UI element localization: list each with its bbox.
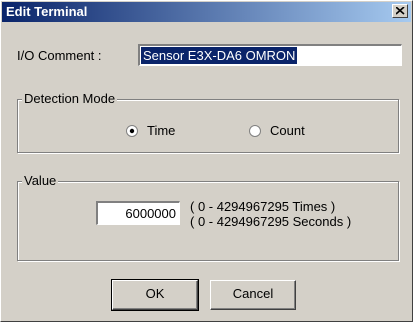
detection-mode-group	[17, 99, 399, 153]
detection-mode-title: Detection Mode	[22, 91, 118, 106]
title-bar[interactable]: Edit Terminal	[2, 2, 411, 22]
radio-time[interactable]	[126, 125, 138, 137]
value-text: 6000000	[125, 206, 176, 221]
close-icon	[396, 7, 405, 15]
window-title: Edit Terminal	[6, 4, 88, 19]
close-button[interactable]	[392, 4, 408, 18]
radio-unselected-icon	[249, 125, 261, 137]
io-comment-input[interactable]: Sensor E3X-DA6 OMRON	[138, 44, 402, 66]
value-input[interactable]: 6000000	[96, 201, 180, 225]
ok-button[interactable]: OK	[111, 279, 199, 311]
io-comment-label: I/O Comment :	[17, 48, 102, 63]
radio-count[interactable]	[249, 125, 261, 137]
radio-time-label[interactable]: Time	[147, 123, 175, 138]
radio-count-label[interactable]: Count	[270, 123, 305, 138]
range-times-text: ( 0 - 4294967295 Times )	[190, 199, 336, 214]
cancel-button[interactable]: Cancel	[210, 280, 296, 310]
edit-terminal-dialog: Edit Terminal I/O Comment : Sensor E3X-D…	[0, 0, 413, 322]
range-seconds-text: ( 0 - 4294967295 Seconds )	[190, 214, 352, 229]
io-comment-value: Sensor E3X-DA6 OMRON	[141, 47, 298, 64]
radio-selected-icon	[126, 125, 138, 137]
value-group-title: Value	[22, 173, 59, 188]
